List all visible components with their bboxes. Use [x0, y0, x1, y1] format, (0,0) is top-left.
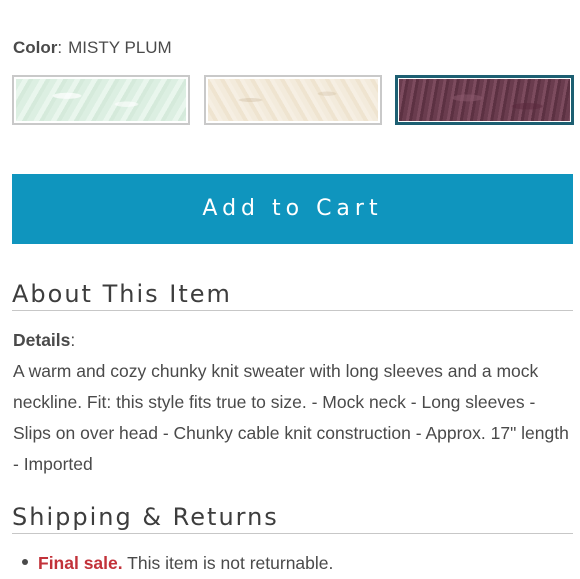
swatch-misty-plum-selected[interactable] — [395, 75, 574, 125]
swatch-misty-plum-fabric — [399, 79, 570, 121]
bullet-icon — [22, 559, 28, 566]
color-value: MISTY PLUM — [68, 38, 172, 57]
color-label: Color — [13, 38, 58, 57]
shipping-list-item: Final sale. This item is not returnable. — [22, 551, 333, 575]
details-label: Details — [13, 330, 71, 350]
swatch-mint-fabric — [16, 79, 186, 121]
color-label-separator: : — [57, 38, 63, 57]
about-heading: About This Item — [12, 280, 232, 308]
swatch-mint[interactable] — [12, 75, 190, 125]
shipping-heading: Shipping & Returns — [12, 503, 279, 531]
details-separator: : — [70, 330, 76, 350]
final-sale-label: Final sale. — [38, 553, 123, 573]
return-policy-text: This item is not returnable. — [122, 553, 334, 573]
swatch-cream[interactable] — [204, 75, 382, 125]
details-text: A warm and cozy chunky knit sweater with… — [13, 361, 569, 474]
swatch-cream-fabric — [208, 79, 378, 121]
about-divider — [12, 310, 573, 311]
details-section: Details: A warm and cozy chunky knit swe… — [13, 325, 575, 480]
shipping-divider — [12, 533, 573, 534]
color-selector-label: Color: MISTY PLUM — [13, 37, 172, 59]
color-swatches — [12, 75, 574, 125]
add-to-cart-button[interactable]: Add to Cart — [12, 174, 573, 244]
